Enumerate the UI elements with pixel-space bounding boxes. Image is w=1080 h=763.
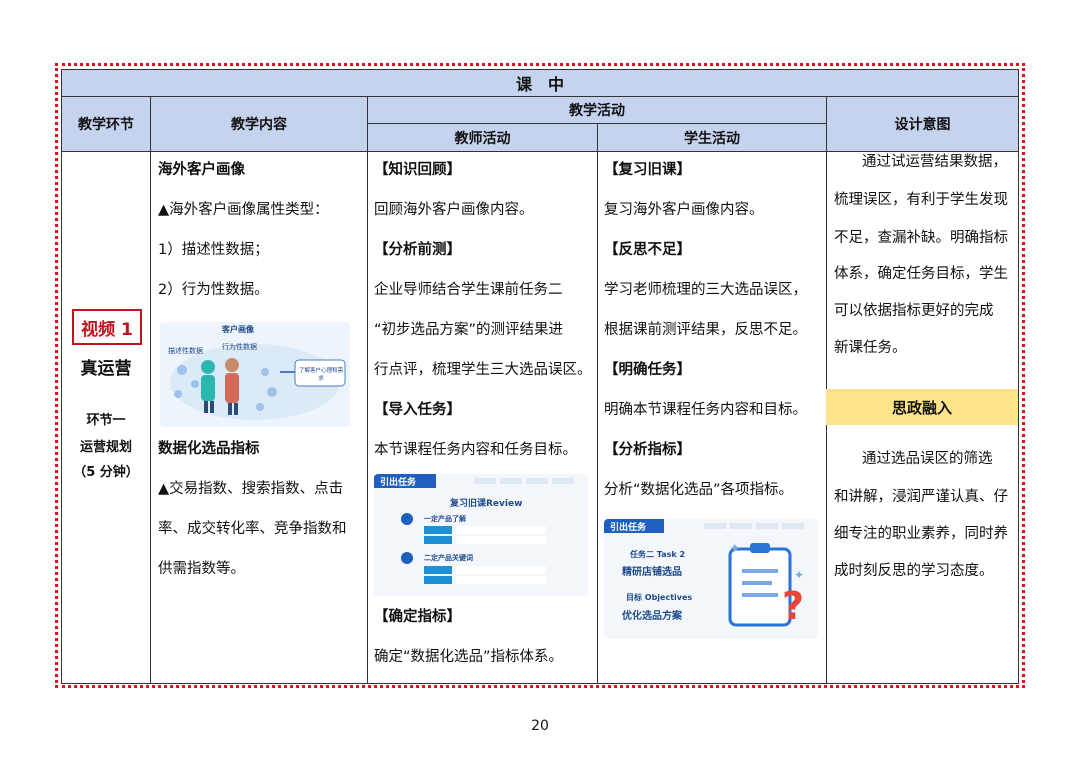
stage-sub1: 环节一 [86,413,126,428]
task-img-banner: 引出任务 [610,523,647,533]
student-line: 分析“数据化选品”各项指标。 [604,482,794,498]
teacher-heading: 【确定指标】 [374,609,461,625]
teacher-heading: 【导入任务】 [374,402,461,418]
teacher-line: 企业导师结合学生课前任务二 [374,282,563,298]
content-line: 供需指数等。 [158,561,245,577]
student-heading: 【复习旧课】 [604,162,691,178]
intent-line: 通过选品误区的筛选 [862,451,993,467]
teacher-line: 本节课程任务内容和任务目标。 [374,442,577,458]
student-line: 复习海外客户画像内容。 [604,202,764,218]
svg-text:✦: ✦ [729,541,741,557]
student-heading: 【明确任务】 [604,362,691,378]
col-activity-header: 教学活动 [367,96,827,124]
teacher-heading: 【分析前测】 [374,242,461,258]
video-tag: 视频 1 [72,309,142,345]
intent-line: 可以依据指标更好的完成 [834,303,994,319]
task-img-task: 任务二 Task 2 [630,550,686,559]
portrait-img-left: 描述性数据 [168,347,203,355]
portrait-img-right: 行为性数据 [222,343,257,351]
content-line: 1）描述性数据； [158,242,269,258]
review-slide-image: 引出任务 复习旧课Review 一定产品了解 二定产品关键词 [374,474,588,596]
intent-line: 和讲解，浸润严谨认真、仔 [834,489,1008,505]
content-line: ▲海外客户画像属性类型： [158,202,329,218]
task-slide-image: ? ✦ ✦ 引出任务 任务二 Task 2 精研店铺选品 目标 Objectiv… [604,519,818,639]
ideology-banner: 思政融入 [826,389,1018,425]
col-stage-header: 教学环节 [61,96,151,152]
intent-line: 成时刻反思的学习态度。 [834,563,994,579]
task-img-line2: 优化选品方案 [622,611,682,622]
teacher-line: “初步选品方案”的测评结果进 [374,322,564,338]
review-img-banner: 引出任务 [380,478,417,488]
intent-line: 梳理误区，有利于学生发现 [834,192,1008,208]
content-heading-2: 数据化选品指标 [158,441,260,457]
col-student-header: 学生活动 [597,123,827,152]
teacher-heading: 【知识回顾】 [374,162,461,178]
content-heading-1: 海外客户画像 [158,162,245,178]
teacher-line: 确定“数据化选品”指标体系。 [374,649,564,665]
task-img-goal: 目标 Objectives [626,593,693,602]
content-line: 2）行为性数据。 [158,282,269,298]
intent-line: 体系，确定任务目标，学生 [834,266,1008,282]
section-title: 课 中 [61,69,1019,97]
content-line: ▲交易指数、搜索指数、点击 [158,481,344,497]
col-intent-header: 设计意图 [826,96,1019,152]
intent-line: 细专注的职业素养，同时养 [834,526,1008,542]
student-heading: 【分析指标】 [604,442,691,458]
col-content-header: 教学内容 [150,96,368,152]
content-line: 率、成交转化率、竞争指数和 [158,521,347,537]
svg-text:?: ? [782,584,804,628]
stage-name: 真运营 [80,359,132,379]
teacher-line: 回顾海外客户画像内容。 [374,202,534,218]
portrait-img-title: 客户画像 [222,325,254,334]
intent-line: 通过试运营结果数据， [862,154,1007,170]
stage-sub2: 运营规划 [79,440,132,455]
student-line: 明确本节课程任务内容和目标。 [604,402,807,418]
review-img-title: 复习旧课Review [450,499,523,509]
page-number: 20 [531,718,549,734]
intent-line: 不足，查漏补缺。明确指标 [834,230,1008,246]
intent-line: 新课任务。 [834,340,907,356]
teacher-line: 行点评，梳理学生三大选品误区。 [374,362,592,378]
svg-text:✦: ✦ [794,568,804,582]
review-img-row1: 一定产品了解 [424,515,466,523]
student-line: 根据课前测评结果，反思不足。 [604,322,807,338]
student-line: 学习老师梳理的三大选品误区， [604,282,807,298]
customer-portrait-image: 客户画像 描述性数据 行为性数据 了解客户心理和需求 [160,322,350,427]
col-teacher-header: 教师活动 [367,123,598,152]
task-img-line1: 精研店铺选品 [622,567,682,578]
portrait-img-box: 了解客户心理和需求 [298,368,343,382]
student-heading: 【反思不足】 [604,242,691,258]
stage-sub3: （5 分钟） [73,465,139,480]
review-img-row2: 二定产品关键词 [424,554,473,562]
